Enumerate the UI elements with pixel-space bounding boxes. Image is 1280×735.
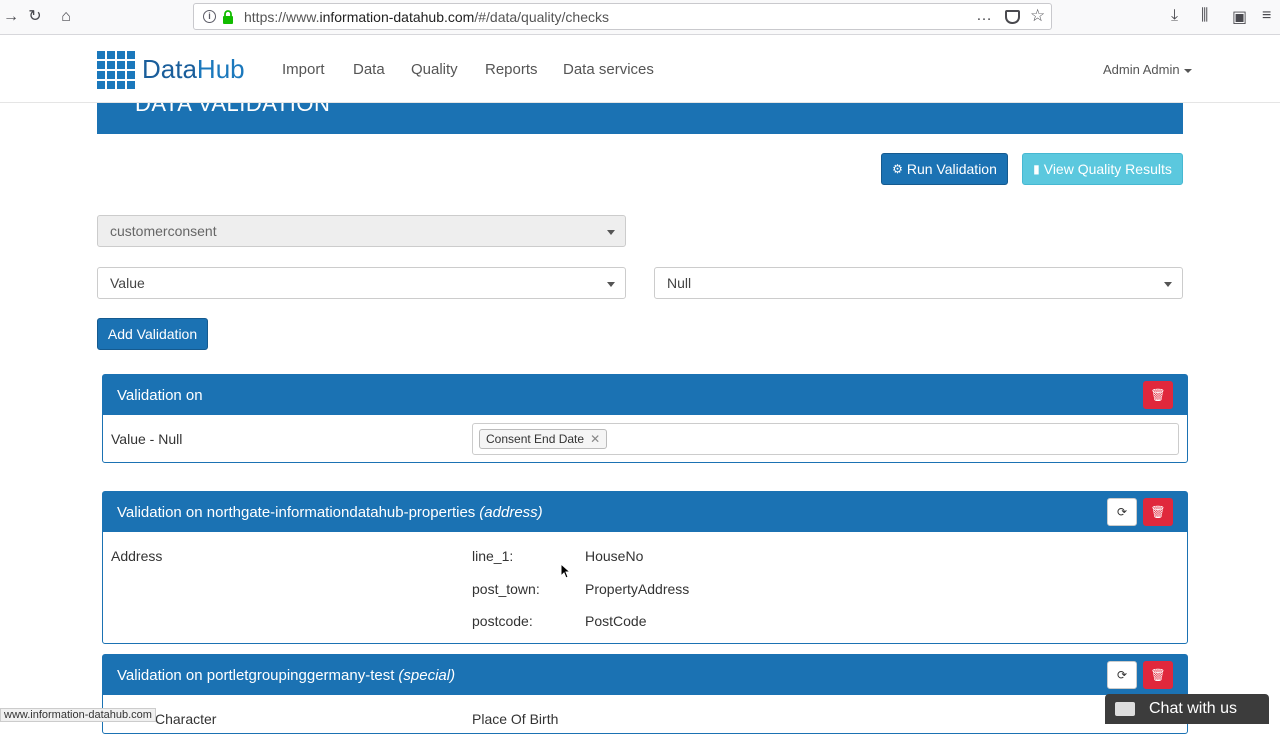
panel-title: Validation on portletgroupinggermany-tes… bbox=[117, 666, 395, 684]
mouse-cursor-icon bbox=[560, 563, 570, 579]
view-quality-results-button[interactable]: ▮ View Quality Results bbox=[1022, 153, 1183, 185]
lock-icon bbox=[223, 10, 233, 24]
pocket-icon[interactable] bbox=[1005, 10, 1020, 24]
refresh-button[interactable]: ⟳ bbox=[1107, 661, 1137, 689]
panel-body: Value - Null Consent End Date ✕ bbox=[103, 415, 1187, 463]
panel-title-suffix: (address) bbox=[479, 503, 543, 521]
row-label: Address bbox=[111, 548, 163, 564]
trash-icon: 🗑 bbox=[1150, 505, 1166, 519]
page-banner: DATA VALIDATION bbox=[97, 103, 1183, 134]
field-tag-input[interactable]: Consent End Date ✕ bbox=[472, 423, 1179, 455]
row-label: Character bbox=[155, 711, 217, 727]
library-icon[interactable]: ⫼ bbox=[1201, 7, 1208, 25]
entity-select[interactable]: customerconsent bbox=[97, 215, 626, 247]
caret-down-icon bbox=[1183, 68, 1192, 73]
browser-toolbar: → ↻ ⌂ i https://www.information-datahub.… bbox=[0, 0, 1280, 35]
nav-data[interactable]: Data bbox=[353, 61, 385, 78]
panel-header: Validation on portletgroupinggermany-tes… bbox=[103, 655, 1187, 695]
panel-title: Validation on northgate-informationdatah… bbox=[117, 503, 476, 521]
page-title: DATA VALIDATION bbox=[135, 103, 331, 116]
mapping-value: HouseNo bbox=[585, 548, 644, 564]
chat-icon bbox=[1115, 702, 1135, 716]
delete-button[interactable]: 🗑 bbox=[1143, 381, 1173, 409]
logo-text[interactable]: DataHub bbox=[142, 54, 245, 85]
delete-button[interactable]: 🗑 bbox=[1143, 661, 1173, 689]
refresh-icon: ⟳ bbox=[1116, 505, 1128, 519]
delete-button[interactable]: 🗑 bbox=[1143, 498, 1173, 526]
field-name: Place Of Birth bbox=[472, 711, 559, 727]
panel-body: Address line_1: HouseNo post_town: Prope… bbox=[103, 532, 1187, 644]
menu-icon[interactable]: ≡ bbox=[1262, 7, 1271, 25]
nav-data-services[interactable]: Data services bbox=[563, 61, 654, 78]
book-icon: ▮ bbox=[1033, 162, 1040, 176]
info-icon[interactable]: i bbox=[203, 10, 216, 23]
reload-icon[interactable]: ↻ bbox=[24, 6, 46, 28]
field-tag: Consent End Date ✕ bbox=[479, 429, 608, 449]
validation-panel: Validation on portletgroupinggermany-tes… bbox=[102, 654, 1188, 734]
url-text[interactable]: https://www.information-datahub.com/#/da… bbox=[244, 9, 609, 25]
refresh-icon: ⟳ bbox=[1116, 668, 1128, 682]
forward-icon[interactable]: → bbox=[0, 6, 22, 28]
download-icon[interactable]: ⤓ bbox=[1171, 7, 1178, 25]
validation-panel: Validation on northgate-informationdatah… bbox=[102, 491, 1188, 644]
sidebar-icon[interactable]: ▣ bbox=[1232, 7, 1247, 27]
caret-down-icon bbox=[1164, 282, 1172, 287]
validation-panel: Validation on 🗑 Value - Null Consent End… bbox=[102, 374, 1188, 463]
validation-type-select[interactable]: Value bbox=[97, 267, 626, 299]
caret-down-icon bbox=[607, 282, 615, 287]
logo-icon[interactable] bbox=[97, 51, 135, 89]
run-validation-button[interactable]: ⚙ Run Validation bbox=[881, 153, 1008, 185]
panel-header: Validation on 🗑 bbox=[103, 375, 1187, 415]
nav-quality[interactable]: Quality bbox=[411, 61, 458, 78]
trash-icon: 🗑 bbox=[1150, 668, 1166, 682]
caret-down-icon bbox=[607, 230, 615, 235]
row-label: Value - Null bbox=[111, 431, 183, 447]
panel-body: Character Place Of Birth bbox=[103, 695, 1187, 735]
refresh-button[interactable]: ⟳ bbox=[1107, 498, 1137, 526]
nav-reports[interactable]: Reports bbox=[485, 61, 538, 78]
mapping-key: line_1: bbox=[472, 548, 514, 564]
nav-import[interactable]: Import bbox=[282, 61, 325, 78]
validation-rule-select[interactable]: Null bbox=[654, 267, 1183, 299]
site-header: DataHub Import Data Quality Reports Data… bbox=[0, 36, 1280, 103]
gears-icon: ⚙ bbox=[892, 162, 903, 176]
page-actions-icon[interactable]: … bbox=[976, 7, 993, 25]
panel-title-suffix: (special) bbox=[398, 666, 456, 684]
user-menu[interactable]: Admin Admin bbox=[1103, 62, 1192, 77]
trash-icon: 🗑 bbox=[1150, 388, 1166, 402]
add-validation-button[interactable]: Add Validation bbox=[97, 318, 208, 350]
panel-header: Validation on northgate-informationdatah… bbox=[103, 492, 1187, 532]
mapping-key: post_town: bbox=[472, 581, 540, 597]
panel-title: Validation on bbox=[117, 386, 203, 404]
mapping-value: PropertyAddress bbox=[585, 581, 690, 597]
bookmark-star-icon[interactable]: ☆ bbox=[1030, 6, 1045, 26]
url-bar[interactable]: i https://www.information-datahub.com/#/… bbox=[193, 3, 1052, 30]
mapping-value: PostCode bbox=[585, 613, 647, 629]
remove-tag-icon[interactable]: ✕ bbox=[590, 432, 600, 446]
mapping-key: postcode: bbox=[472, 613, 533, 629]
home-icon[interactable]: ⌂ bbox=[55, 6, 77, 28]
